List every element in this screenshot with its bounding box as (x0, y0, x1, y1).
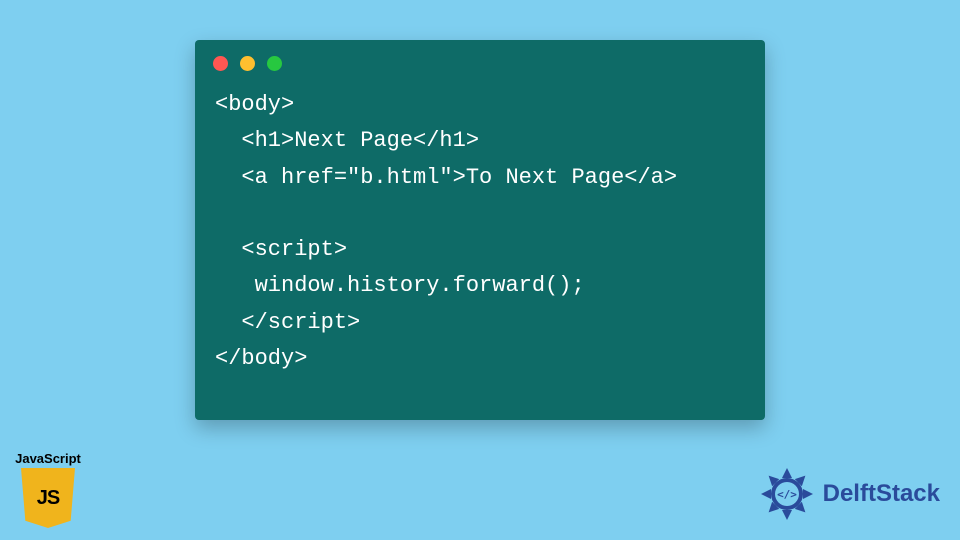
code-block: <body> <h1>Next Page</h1> <a href="b.htm… (195, 81, 765, 397)
delftstack-logo: </> DelftStack (759, 466, 940, 522)
javascript-shield-icon: JS (21, 468, 75, 528)
minimize-icon (240, 56, 255, 71)
window-traffic-lights (195, 40, 765, 81)
svg-text:</>: </> (777, 488, 797, 501)
javascript-label: JavaScript (8, 451, 88, 466)
javascript-badge: JavaScript JS (8, 451, 88, 528)
delftstack-emblem-icon: </> (759, 466, 815, 522)
javascript-shield-text: JS (37, 487, 59, 510)
maximize-icon (267, 56, 282, 71)
code-window: <body> <h1>Next Page</h1> <a href="b.htm… (195, 40, 765, 420)
delftstack-brand-text: DelftStack (823, 480, 940, 508)
close-icon (213, 56, 228, 71)
